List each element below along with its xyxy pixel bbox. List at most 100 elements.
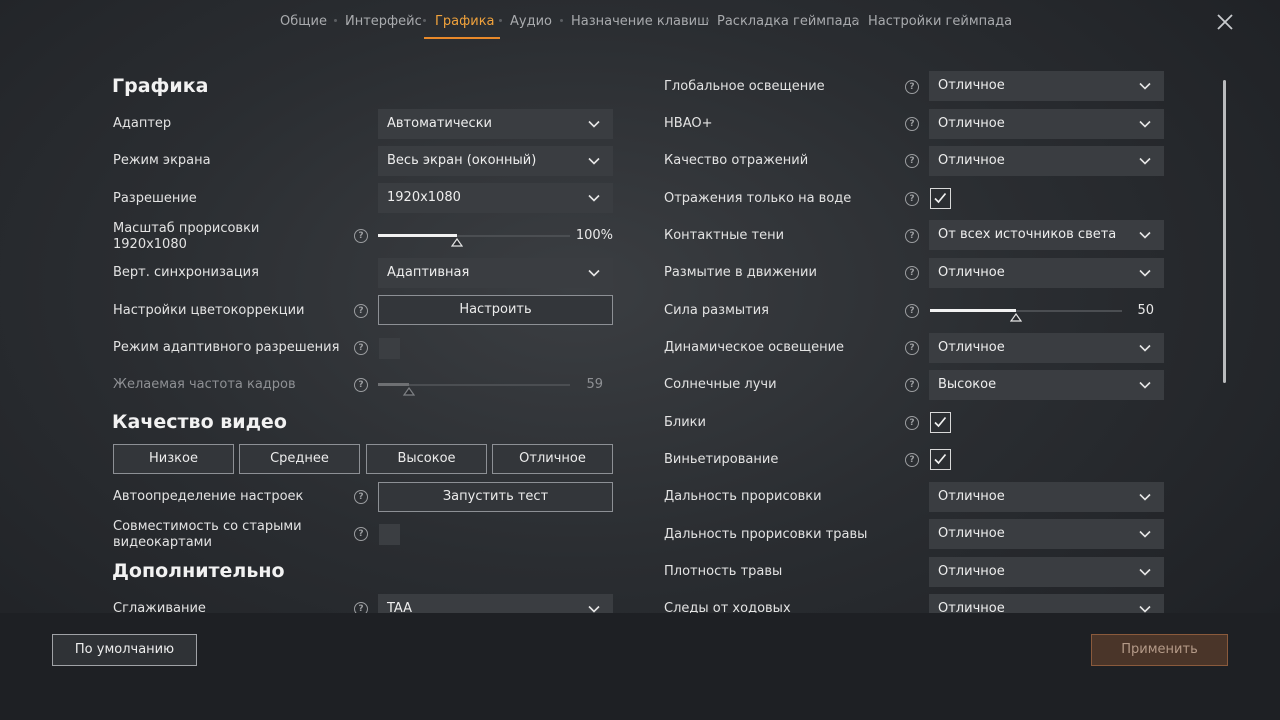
legacy-gpu-checkbox[interactable] <box>379 524 400 545</box>
chevron-down-icon <box>1139 381 1151 389</box>
screen-mode-label: Режим экрана <box>113 153 211 168</box>
grass-density-dropdown[interactable]: Отличное <box>929 557 1164 587</box>
tab-key-bindings[interactable]: Назначение клавиш <box>571 14 709 29</box>
settings-scrollbar[interactable] <box>1223 80 1226 383</box>
slider-thumb-icon[interactable] <box>451 238 463 247</box>
antialiasing-label: Сглаживание <box>113 601 206 613</box>
help-icon[interactable]: ? <box>354 378 368 392</box>
chevron-down-icon <box>1139 120 1151 128</box>
help-icon[interactable]: ? <box>905 80 919 94</box>
preset-medium-button[interactable]: Среднее <box>239 444 360 474</box>
vsync-dropdown[interactable]: Адаптивная <box>378 258 613 288</box>
adaptive-resolution-checkbox[interactable] <box>379 338 400 359</box>
chevron-down-icon <box>588 157 600 165</box>
global-illumination-dropdown[interactable]: Отличное <box>929 71 1164 101</box>
help-icon[interactable]: ? <box>354 229 368 243</box>
sun-rays-label: Солнечные лучи <box>664 377 777 392</box>
grass-draw-distance-label: Дальность прорисовки травы <box>664 527 868 542</box>
draw-distance-dropdown[interactable]: Отличное <box>929 482 1164 512</box>
tab-general[interactable]: Общие <box>280 14 327 29</box>
render-scale-value: 100% <box>575 228 613 243</box>
extra-section-title: Дополнительно <box>112 560 285 582</box>
checkmark-icon <box>934 416 947 428</box>
help-icon[interactable]: ? <box>905 453 919 467</box>
glare-checkbox[interactable] <box>930 412 951 433</box>
chevron-down-icon <box>1139 82 1151 90</box>
resolution-value: 1920x1080 <box>387 190 461 205</box>
help-icon[interactable]: ? <box>354 602 368 613</box>
legacy-gpu-label-line1: Совместимость со старыми <box>113 519 302 534</box>
render-scale-label-line2: 1920x1080 <box>113 237 187 252</box>
vignette-checkbox[interactable] <box>930 449 951 470</box>
help-icon[interactable]: ? <box>905 304 919 318</box>
sun-rays-dropdown[interactable]: Высокое <box>929 370 1164 400</box>
apply-button[interactable]: Применить <box>1091 634 1228 666</box>
motion-blur-dropdown[interactable]: Отличное <box>929 258 1164 288</box>
help-icon[interactable]: ? <box>354 490 368 504</box>
resolution-dropdown[interactable]: 1920x1080 <box>378 183 613 213</box>
reflection-quality-dropdown[interactable]: Отличное <box>929 146 1164 176</box>
help-icon[interactable]: ? <box>905 341 919 355</box>
adapter-dropdown[interactable]: Автоматически <box>378 109 613 139</box>
hbao-dropdown[interactable]: Отличное <box>929 109 1164 139</box>
vsync-value: Адаптивная <box>387 265 470 280</box>
global-illumination-label: Глобальное освещение <box>664 79 825 94</box>
contact-shadows-dropdown[interactable]: От всех источников света <box>929 220 1164 250</box>
close-icon[interactable] <box>1213 10 1237 34</box>
chevron-down-icon <box>588 120 600 128</box>
render-scale-slider-fill <box>378 234 457 237</box>
blur-strength-value: 50 <box>1137 303 1154 318</box>
preset-high-button[interactable]: Высокое <box>366 444 487 474</box>
tab-separator <box>706 19 709 22</box>
track-marks-dropdown[interactable]: Отличное <box>929 594 1164 613</box>
help-icon[interactable]: ? <box>905 154 919 168</box>
track-marks-value: Отличное <box>938 601 1005 613</box>
help-icon[interactable]: ? <box>905 266 919 280</box>
tab-separator <box>423 19 426 22</box>
slider-thumb-icon[interactable] <box>403 387 415 396</box>
antialiasing-value: TAA <box>387 601 413 613</box>
slider-thumb-icon[interactable] <box>1010 313 1022 322</box>
help-icon[interactable]: ? <box>354 527 368 541</box>
target-fps-slider-fill <box>378 383 409 386</box>
contact-shadows-label: Контактные тени <box>664 228 785 243</box>
tab-gamepad-layout[interactable]: Раскладка геймпада <box>717 14 860 29</box>
grass-draw-distance-dropdown[interactable]: Отличное <box>929 519 1164 549</box>
draw-distance-value: Отличное <box>938 489 1005 504</box>
help-icon[interactable]: ? <box>905 378 919 392</box>
vignette-label: Виньетирование <box>664 452 779 467</box>
tab-interface[interactable]: Интерфейс <box>345 14 422 29</box>
help-icon[interactable]: ? <box>905 117 919 131</box>
dynamic-lighting-value: Отличное <box>938 340 1005 355</box>
configure-color-button[interactable]: Настроить <box>378 295 613 325</box>
help-icon[interactable]: ? <box>905 416 919 430</box>
screen-mode-dropdown[interactable]: Весь экран (оконный) <box>378 146 613 176</box>
preset-low-button[interactable]: Низкое <box>113 444 234 474</box>
help-icon[interactable]: ? <box>354 304 368 318</box>
antialiasing-dropdown[interactable]: TAA <box>378 594 613 613</box>
water-reflections-checkbox[interactable] <box>930 188 951 209</box>
motion-blur-label: Размытие в движении <box>664 265 817 280</box>
help-icon[interactable]: ? <box>354 341 368 355</box>
tab-graphics[interactable]: Графика <box>435 14 495 29</box>
color-correction-label: Настройки цветокоррекции <box>113 303 305 318</box>
dynamic-lighting-dropdown[interactable]: Отличное <box>929 333 1164 363</box>
hbao-label: HBAO+ <box>664 116 713 131</box>
checkmark-icon <box>934 453 947 465</box>
tab-separator <box>499 19 502 22</box>
glare-label: Блики <box>664 415 706 430</box>
blur-strength-label: Сила размытия <box>664 303 769 318</box>
grass-draw-distance-value: Отличное <box>938 526 1005 541</box>
help-icon[interactable]: ? <box>905 229 919 243</box>
help-icon[interactable]: ? <box>905 192 919 206</box>
preset-ultra-button[interactable]: Отличное <box>492 444 613 474</box>
run-test-button[interactable]: Запустить тест <box>378 482 613 512</box>
chevron-down-icon <box>1139 568 1151 576</box>
reset-defaults-button[interactable]: По умолчанию <box>52 634 197 666</box>
tab-audio[interactable]: Аудио <box>510 14 552 29</box>
chevron-down-icon <box>1139 231 1151 239</box>
settings-scroll-area[interactable]: Графика Адаптер Автоматически Режим экра… <box>0 60 1280 613</box>
grass-density-label: Плотность травы <box>664 564 783 579</box>
tab-gamepad-settings[interactable]: Настройки геймпада <box>868 14 1012 29</box>
chevron-down-icon <box>588 269 600 277</box>
